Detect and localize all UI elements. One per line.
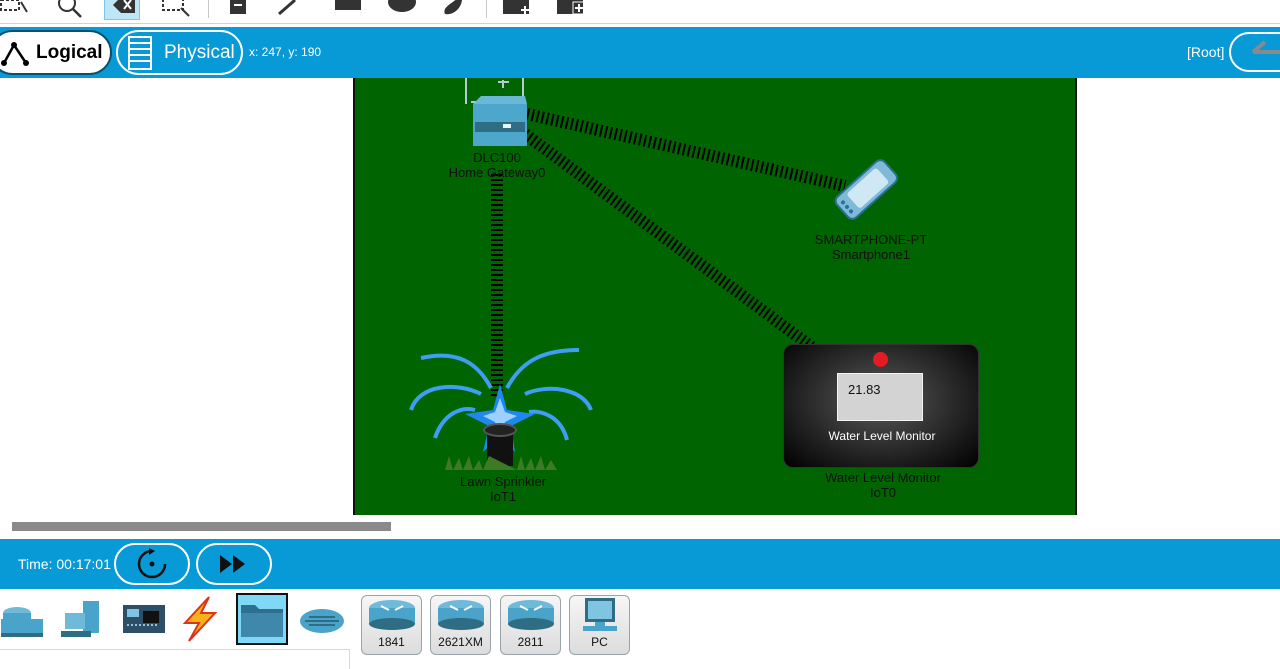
model-2811[interactable]: 2811 — [500, 595, 561, 655]
rectangle-icon[interactable] — [330, 0, 366, 20]
pc-icon — [582, 598, 617, 631]
router-icon — [437, 600, 484, 630]
resize-select-icon[interactable] — [158, 0, 194, 20]
logical-workspace[interactable]: DLC100 Home Gateway0 SMARTPHONE-PT Smart… — [0, 78, 1280, 515]
model-1841[interactable]: 1841 — [361, 595, 422, 655]
model-label: PC — [591, 635, 608, 649]
power-cycle-button[interactable] — [114, 543, 190, 585]
fast-forward-button[interactable] — [196, 543, 272, 585]
root-breadcrumb[interactable]: [Root] — [1187, 44, 1224, 60]
physical-view-label: Physical — [164, 41, 235, 63]
components-icon[interactable] — [118, 593, 170, 645]
rack-icon — [128, 35, 152, 70]
status-led-icon — [873, 352, 888, 367]
freeform-icon[interactable] — [436, 0, 472, 20]
router-icon — [368, 600, 415, 630]
main-toolbar — [0, 0, 1280, 24]
model-label: 2621XM — [438, 635, 483, 649]
wireless-link-gateway-smartphone — [525, 108, 847, 192]
wireless-link-gateway-monitor — [521, 129, 817, 353]
network-devices-icon[interactable] — [0, 593, 48, 645]
water-level-monitor-label: Water Level Monitor IoT0 — [825, 470, 941, 500]
add-simple-pdu-icon[interactable] — [498, 0, 534, 20]
navigate-back-button[interactable] — [1229, 32, 1280, 72]
device-model: Lawn Sprinkler — [460, 474, 546, 489]
ellipse-icon[interactable] — [384, 0, 420, 20]
model-2621xm[interactable]: 2621XM — [430, 595, 491, 655]
toolbar-separator — [208, 0, 209, 18]
multiuser-icon[interactable] — [296, 593, 348, 645]
home-gateway-device[interactable] — [463, 78, 533, 150]
lawn-sprinkler-device[interactable] — [407, 348, 593, 474]
simulation-time: Time: 00:17:01 — [18, 556, 111, 572]
device-name: IoT0 — [869, 485, 896, 500]
palette-divider — [349, 649, 350, 669]
miscellaneous-icon[interactable] — [236, 593, 288, 645]
smartphone-icon — [834, 159, 899, 220]
back-arrow-icon — [1251, 40, 1280, 54]
water-level-monitor-device[interactable]: 21.83 Water Level Monitor — [783, 344, 979, 468]
model-pc[interactable]: PC — [569, 595, 630, 655]
scrollbar-thumb[interactable] — [12, 522, 391, 531]
logical-view-button[interactable]: Logical — [0, 30, 112, 75]
toolbar-separator — [486, 0, 487, 18]
device-model: Water Level Monitor — [825, 470, 941, 485]
topology-canvas[interactable]: DLC100 Home Gateway0 SMARTPHONE-PT Smart… — [353, 78, 1077, 515]
power-cycle-icon — [137, 548, 167, 579]
smartphone-device[interactable] — [817, 150, 913, 226]
zoom-icon[interactable] — [52, 0, 88, 20]
device-name: Smartphone1 — [831, 247, 911, 262]
realtime-bar: Time: 00:17:01 — [0, 539, 1280, 589]
connections-icon[interactable] — [174, 593, 226, 645]
monitor-panel-label: Water Level Monitor — [828, 429, 936, 443]
router-icon — [507, 600, 554, 630]
add-complex-pdu-icon[interactable] — [552, 0, 588, 20]
device-name: Home Gateway0 — [448, 165, 546, 180]
horizontal-scrollbar[interactable] — [0, 515, 1280, 539]
physical-view-button[interactable]: Physical — [116, 30, 243, 75]
draw-line-icon[interactable] — [270, 0, 306, 20]
device-name: IoT1 — [489, 489, 516, 504]
smartphone-label: SMARTPHONE-PT Smartphone1 — [815, 232, 927, 262]
end-devices-icon[interactable] — [56, 593, 108, 645]
device-model: SMARTPHONE-PT — [814, 232, 928, 247]
cursor-coordinates: x: 247, y: 190 — [249, 45, 322, 59]
model-label: 2811 — [517, 635, 544, 649]
lawn-sprinkler-icon — [409, 348, 593, 470]
logical-topology-icon — [1, 41, 29, 66]
device-model: DLC100 — [473, 150, 521, 165]
home-gateway-label: DLC100 Home Gateway0 — [449, 150, 546, 180]
lawn-sprinkler-label: Lawn Sprinkler IoT1 — [460, 474, 546, 504]
select-rect-icon[interactable] — [0, 0, 32, 20]
note-icon[interactable] — [220, 0, 256, 20]
model-label: 1841 — [378, 635, 405, 649]
view-bar: Logical Physical x: 247, y: 190 [Root] — [0, 27, 1280, 78]
device-palette: 1841 2621XM 2811 PC — [0, 589, 1280, 669]
fast-forward-icon — [220, 555, 245, 573]
palette-divider — [0, 649, 349, 650]
logical-view-label: Logical — [36, 41, 103, 63]
monitor-reading-display: 21.83 — [837, 373, 923, 421]
delete-icon[interactable] — [104, 0, 140, 20]
home-gateway-icon — [465, 78, 527, 146]
